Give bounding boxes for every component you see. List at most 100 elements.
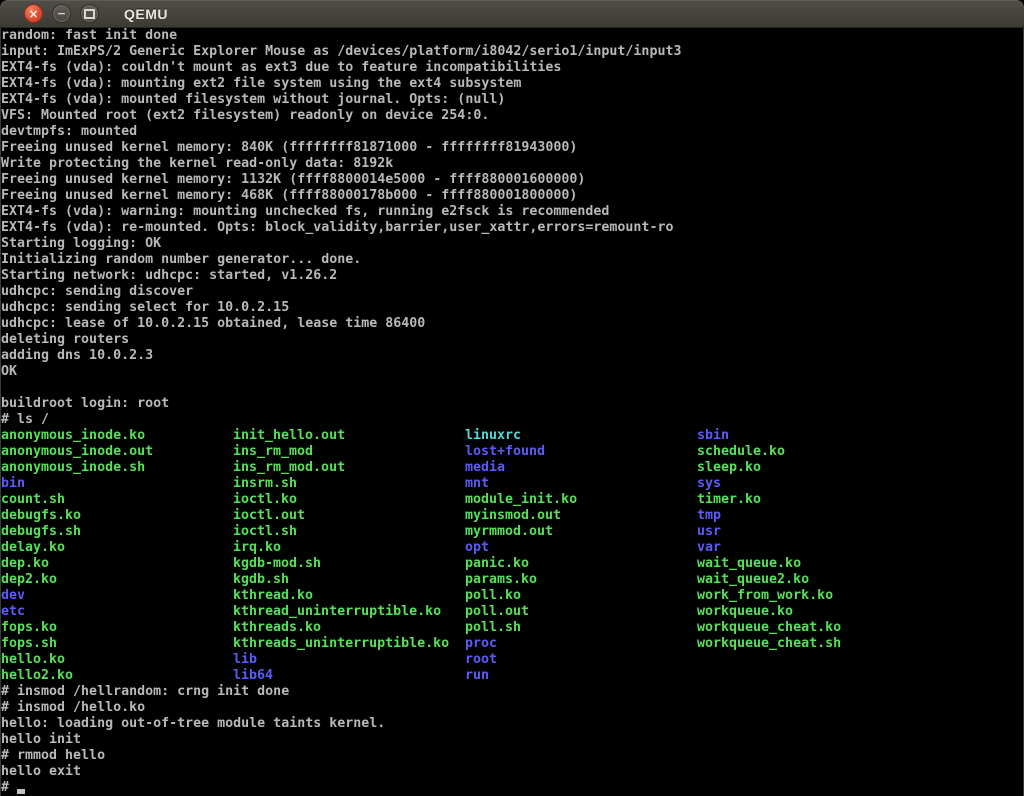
console-line: dep2.kokgdb.shparams.kowait_queue2.ko [1, 572, 1023, 588]
console-line: hello2.kolib64run [1, 668, 1023, 684]
file-entry: delay.ko [1, 540, 233, 556]
file-entry: workqueue_cheat.ko [697, 620, 841, 635]
file-entry: lib [233, 652, 465, 668]
console-line: EXT4-fs (vda): re-mounted. Opts: block_v… [1, 220, 1023, 236]
file-entry: params.ko [465, 572, 697, 588]
file-entry: fops.ko [1, 620, 233, 636]
file-entry: proc [465, 636, 697, 652]
file-entry: anonymous_inode.ko [1, 428, 233, 444]
file-entry: work_from_work.ko [697, 588, 833, 603]
file-entry: panic.ko [465, 556, 697, 572]
file-entry: kthread_uninterruptible.ko [233, 604, 465, 620]
console-line: etckthread_uninterruptible.kopoll.outwor… [1, 604, 1023, 620]
file-entry: kthreads.ko [233, 620, 465, 636]
minimize-button[interactable]: − [52, 4, 71, 23]
console-line: fops.shkthreads_uninterruptible.koprocwo… [1, 636, 1023, 652]
file-entry: count.sh [1, 492, 233, 508]
console-line: anonymous_inode.outins_rm_modlost+founds… [1, 444, 1023, 460]
console-line: input: ImExPS/2 Generic Explorer Mouse a… [1, 44, 1023, 60]
console-line: # insmod /hello.ko [1, 700, 1023, 716]
window-titlebar[interactable]: × − QEMU [0, 0, 1024, 28]
file-entry: usr [697, 524, 721, 539]
file-entry: insrm.sh [233, 476, 465, 492]
file-entry: lost+found [465, 444, 697, 460]
console-line: Freeing unused kernel memory: 1132K (fff… [1, 172, 1023, 188]
minimize-icon: − [57, 8, 66, 19]
console-line: delay.koirq.kooptvar [1, 540, 1023, 556]
console-line: deleting routers [1, 332, 1023, 348]
file-entry: media [465, 460, 697, 476]
console-line: hello: loading out-of-tree module taints… [1, 716, 1023, 732]
console-line: adding dns 10.0.2.3 [1, 348, 1023, 364]
file-entry: workqueue_cheat.sh [697, 636, 841, 651]
console-line: devkthread.kopoll.kowork_from_work.ko [1, 588, 1023, 604]
file-entry: kgdb.sh [233, 572, 465, 588]
console-line: Freeing unused kernel memory: 468K (ffff… [1, 188, 1023, 204]
console-line: hello.kolibroot [1, 652, 1023, 668]
console-line: # [1, 780, 1023, 796]
file-entry: linuxrc [465, 428, 697, 444]
file-entry: init_hello.out [233, 428, 465, 444]
maximize-button[interactable] [80, 4, 99, 23]
file-entry: ioctl.sh [233, 524, 465, 540]
console-line: udhcpc: sending select for 10.0.2.15 [1, 300, 1023, 316]
file-entry: myinsmod.out [465, 508, 697, 524]
console-line: dep.kokgdb-mod.shpanic.kowait_queue.ko [1, 556, 1023, 572]
console-line: # rmmod hello [1, 748, 1023, 764]
console-line: hello exit [1, 764, 1023, 780]
file-entry: ins_rm_mod.out [233, 460, 465, 476]
console-line: # insmod /hellrandom: crng init done [1, 684, 1023, 700]
console-line: fops.kokthreads.kopoll.shworkqueue_cheat… [1, 620, 1023, 636]
file-entry: run [465, 668, 489, 683]
close-button[interactable]: × [24, 4, 43, 23]
console-line: Write protecting the kernel read-only da… [1, 156, 1023, 172]
console-line: udhcpc: lease of 10.0.2.15 obtained, lea… [1, 316, 1023, 332]
file-entry: anonymous_inode.sh [1, 460, 233, 476]
file-entry: wait_queue.ko [697, 556, 801, 571]
file-entry: kthread.ko [233, 588, 465, 604]
file-entry: sleep.ko [697, 460, 761, 475]
console-line: Starting network: udhcpc: started, v1.26… [1, 268, 1023, 284]
file-entry: schedule.ko [697, 444, 785, 459]
console-line: devtmpfs: mounted [1, 124, 1023, 140]
console-line: hello init [1, 732, 1023, 748]
console-line: Initializing random number generator... … [1, 252, 1023, 268]
console-line: count.shioctl.komodule_init.kotimer.ko [1, 492, 1023, 508]
window-title: QEMU [124, 6, 168, 22]
maximize-icon [84, 9, 95, 19]
file-entry: bin [1, 476, 233, 492]
file-entry: kgdb-mod.sh [233, 556, 465, 572]
file-entry: debugfs.sh [1, 524, 233, 540]
file-entry: irq.ko [233, 540, 465, 556]
console-line: Freeing unused kernel memory: 840K (ffff… [1, 140, 1023, 156]
console-line: anonymous_inode.koinit_hello.outlinuxrcs… [1, 428, 1023, 444]
console-line: random: fast init done [1, 28, 1023, 44]
console-line: EXT4-fs (vda): mounted filesystem withou… [1, 92, 1023, 108]
console-line: EXT4-fs (vda): warning: mounting uncheck… [1, 204, 1023, 220]
qemu-window: × − QEMU random: fast init doneinput: Im… [0, 0, 1024, 796]
console-line: bininsrm.shmntsys [1, 476, 1023, 492]
console-line [1, 380, 1023, 396]
file-entry: debugfs.ko [1, 508, 233, 524]
file-entry: ins_rm_mod [233, 444, 465, 460]
file-entry: poll.out [465, 604, 697, 620]
file-entry: hello2.ko [1, 668, 233, 684]
console-line: EXT4-fs (vda): couldn't mount as ext3 du… [1, 60, 1023, 76]
console-line: Starting logging: OK [1, 236, 1023, 252]
file-entry: poll.sh [465, 620, 697, 636]
terminal-screen[interactable]: random: fast init doneinput: ImExPS/2 Ge… [0, 28, 1024, 796]
file-entry: wait_queue2.ko [697, 572, 809, 587]
console-line: debugfs.shioctl.shmyrmmod.outusr [1, 524, 1023, 540]
close-icon: × [28, 8, 38, 20]
terminal-cursor [17, 789, 25, 794]
file-entry: dev [1, 588, 233, 604]
file-entry: etc [1, 604, 233, 620]
file-entry: opt [465, 540, 697, 556]
file-entry: root [465, 652, 497, 667]
file-entry: mnt [465, 476, 697, 492]
file-entry: fops.sh [1, 636, 233, 652]
console-line: VFS: Mounted root (ext2 filesystem) read… [1, 108, 1023, 124]
file-entry: anonymous_inode.out [1, 444, 233, 460]
file-entry: timer.ko [697, 492, 761, 507]
file-entry: tmp [697, 508, 721, 523]
